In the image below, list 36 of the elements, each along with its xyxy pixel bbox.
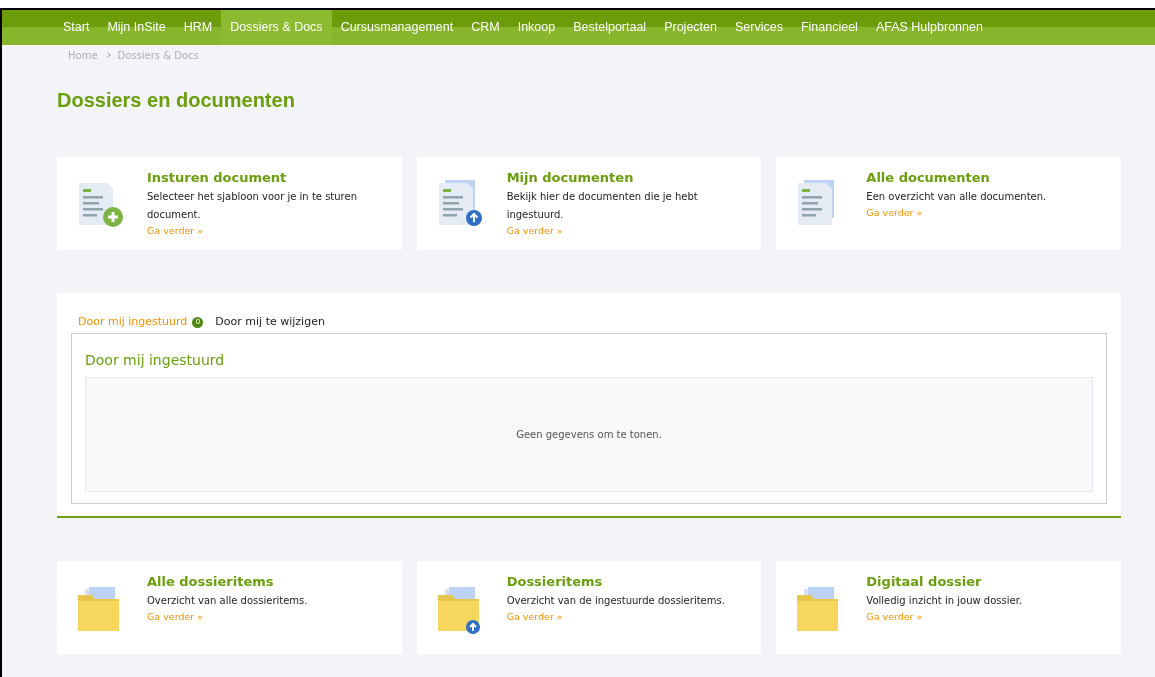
continue-link[interactable]: Ga verder » <box>147 610 308 624</box>
continue-link[interactable]: Ga verder » <box>866 610 1023 624</box>
empty-message: Geen gegevens om te tonen. <box>516 428 662 442</box>
card-description: Bekijk hier de documenten die je hebt ingestuurd. <box>506 190 699 222</box>
continue-link[interactable]: Ga verder » <box>147 224 392 238</box>
card-title: Digitaal dossier <box>866 573 983 590</box>
continue-link[interactable]: Ga verder » <box>866 206 1047 220</box>
nav-tab[interactable]: Cursusmanagement <box>331 10 463 45</box>
card-description: Overzicht van alle dossieritems. <box>147 594 308 608</box>
card-title: Dossieritems <box>506 573 604 590</box>
card-title: Alle dossieritems <box>147 573 275 590</box>
nav-tab[interactable]: Projecten <box>655 10 726 45</box>
panel-title: Door mij ingestuurd <box>85 351 226 370</box>
nav-tab[interactable]: Dossiers & Docs <box>221 10 332 45</box>
nav-tab[interactable]: Services <box>725 10 792 45</box>
nav-tab[interactable]: CRM <box>462 10 509 45</box>
card-title: Insturen document <box>147 169 288 186</box>
nav-tab[interactable]: HRM <box>174 10 222 45</box>
card-description: Een overzicht van alle documenten. <box>866 190 1047 204</box>
card-title: Alle documenten <box>866 169 991 186</box>
card-description: Overzicht van de ingestuurde dossieritems. <box>506 594 725 608</box>
continue-link[interactable]: Ga verder » <box>506 610 725 624</box>
page-title: Dossiers en documenten <box>57 88 296 113</box>
card-title: Mijn documenten <box>506 169 635 186</box>
nav-tab[interactable]: Mijn InSite <box>98 10 175 45</box>
breadcrumb-link[interactable]: Dossiers & Docs <box>117 47 199 63</box>
card-description: Selecteer het sjabloon voor je in te sturen document. <box>147 190 358 222</box>
breadcrumb-link[interactable]: Home <box>68 47 98 63</box>
nav-tab[interactable]: AFAS Hulpbronnen <box>866 10 992 45</box>
nav-tab[interactable]: Bestelportaal <box>564 10 656 45</box>
nav-tab[interactable]: Inkoop <box>508 10 565 45</box>
nav-tab[interactable]: Start <box>54 10 99 45</box>
nav-tab[interactable]: Financieel <box>791 10 867 45</box>
tab[interactable]: Door mij te wijzigen <box>215 313 325 331</box>
card-description: Volledig inzicht in jouw dossier. <box>866 594 1023 608</box>
continue-link[interactable]: Ga verder » <box>506 224 752 238</box>
